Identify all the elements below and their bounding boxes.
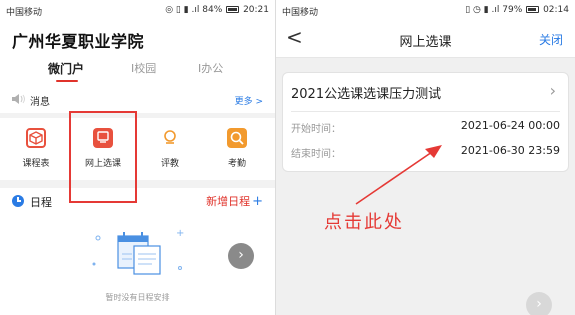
signal-icon: ◎ ▯ ▮ .ıl: [165, 5, 203, 15]
empty-schedule-text: 暂时没有日程安排: [105, 293, 170, 302]
course-selection-card[interactable]: 2021公选课选课压力测试 › 开始时间： 2021-06-24 00:00 结…: [282, 72, 569, 172]
active-tab-indicator: [56, 80, 78, 82]
portal-tabs: 微门户 I校园 I办公: [0, 60, 275, 84]
card-divider: [291, 111, 560, 112]
annotation-text: 点击此处: [324, 212, 404, 233]
app-label: 课程表: [22, 159, 50, 169]
plus-icon: +: [252, 194, 263, 209]
speaker-icon: [12, 94, 25, 104]
clock-time: 02:14: [543, 5, 569, 15]
page-title: 网上选课: [399, 35, 452, 50]
calendar-illustration-icon: +: [92, 228, 184, 275]
schedule-header: 日程 新增日程 +: [0, 188, 275, 214]
more-link[interactable]: 更多 >: [235, 94, 263, 107]
award-icon: [160, 128, 180, 148]
search-icon: [227, 128, 247, 148]
start-time-label: 开始时间：: [291, 124, 341, 135]
app-attendance[interactable]: 考勤: [207, 128, 267, 178]
battery-percent: 79%: [502, 5, 523, 15]
end-time-label: 结束时间：: [291, 149, 341, 160]
news-row[interactable]: 消息 更多 >: [0, 88, 275, 112]
school-title: 广州华夏职业学院: [12, 32, 145, 51]
tab-campus[interactable]: I校园: [131, 60, 156, 76]
section-divider: [0, 180, 275, 188]
course-selection-screen: 中国移动 ▯ ◷ ▮ .ıl 79% 02:14 < 网上选课 关闭 2021公…: [276, 0, 575, 315]
clock-icon: [12, 195, 24, 207]
add-schedule-label: 新增日程: [206, 195, 251, 208]
nav-bar: < 网上选课 关闭: [276, 20, 575, 58]
add-schedule-button[interactable]: 新增日程 +: [206, 193, 263, 209]
clock-time: 20:21: [243, 5, 269, 15]
app-label: 考勤: [227, 159, 246, 169]
cube-icon: [26, 128, 46, 148]
battery-icon: [226, 6, 240, 13]
status-bar: 中国移动 ▯ ◷ ▮ .ıl 79% 02:14: [276, 0, 575, 20]
chevron-right-icon[interactable]: ›: [228, 243, 254, 269]
signal-icon: ▯ ◷ ▮ .ıl: [465, 5, 503, 15]
battery-icon: [526, 6, 540, 13]
end-time-value: 2021-06-30 23:59: [460, 144, 560, 157]
start-time-value: 2021-06-24 00:00: [460, 119, 560, 132]
schedule-label: 日程: [30, 196, 52, 209]
course-title: 2021公选课选课压力测试: [291, 87, 442, 102]
news-label: 消息: [30, 97, 50, 108]
chevron-right-icon[interactable]: ›: [526, 292, 552, 315]
portal-home-screen: 中国移动 ◎ ▯ ▮ .ıl 84% 20:21 广州华夏职业学院 微门户 I校…: [0, 0, 275, 315]
tab-micro-portal[interactable]: 微门户: [48, 60, 84, 77]
tab-office[interactable]: I办公: [198, 60, 223, 76]
battery-percent: 84%: [202, 5, 223, 15]
app-teaching-evaluation[interactable]: 评教: [140, 128, 200, 178]
app-course-table[interactable]: 课程表: [6, 128, 66, 178]
chevron-right-icon: ›: [549, 81, 556, 100]
app-label: 评教: [160, 159, 179, 169]
svg-text:+: +: [176, 228, 184, 239]
status-bar: 中国移动 ◎ ▯ ▮ .ıl 84% 20:21: [0, 0, 275, 20]
carrier-label: 中国移动: [282, 8, 319, 18]
annotation-highlight-box: [69, 111, 137, 203]
system-indicators: ◎ ▯ ▮ .ıl 84% 20:21: [165, 5, 269, 15]
system-indicators: ▯ ◷ ▮ .ıl 79% 02:14: [465, 5, 569, 15]
close-button[interactable]: 关闭: [539, 31, 563, 48]
app-grid: 课程表 网上选课 评教 考勤: [0, 118, 275, 180]
carrier-label: 中国移动: [6, 8, 43, 18]
